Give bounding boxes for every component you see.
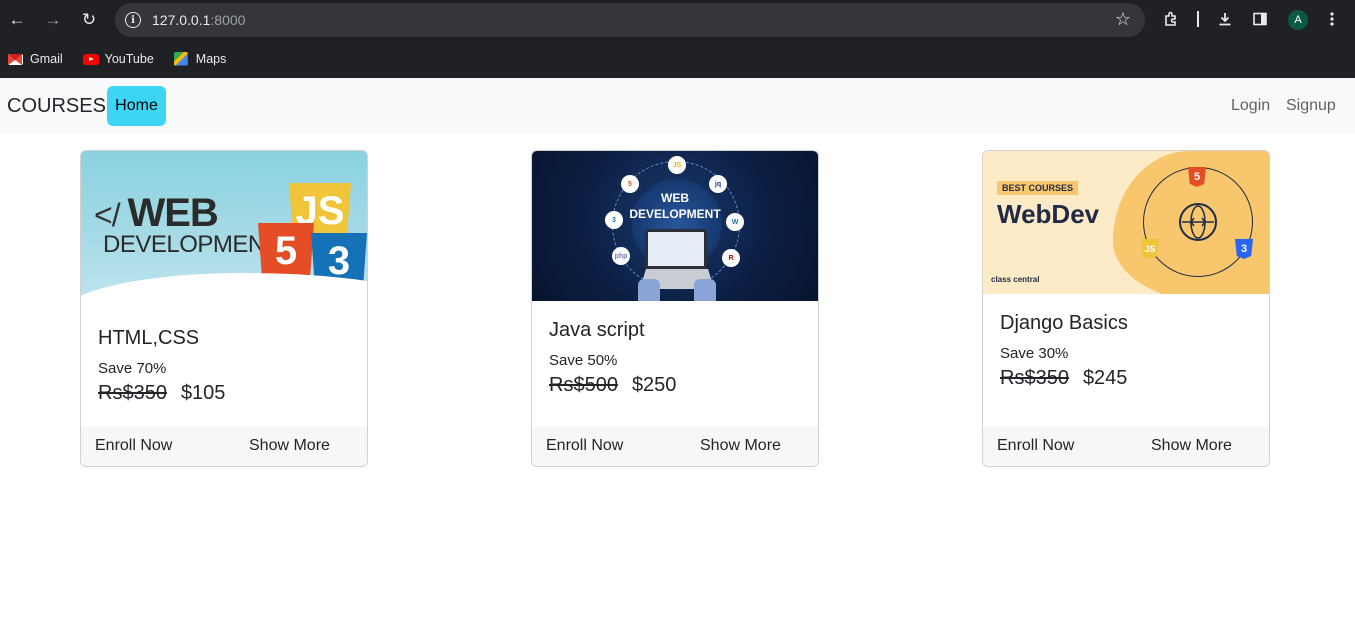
bookmark-gmail[interactable]: Gmail: [8, 52, 63, 66]
css3-shield-icon: 3: [1235, 239, 1253, 259]
back-arrow-icon[interactable]: ←: [3, 6, 31, 34]
gmail-icon: [8, 52, 24, 66]
course-card: BEST COURSES WebDev class central 5 JS 3…: [982, 150, 1270, 467]
course-image-web-development: </ WEB DEVELOPMENT> JS 5 3: [81, 151, 367, 303]
course-price: Rs$350 $245: [1000, 367, 1252, 390]
course-title: HTML,CSS: [98, 327, 200, 349]
course-discount: Save 50%: [549, 352, 618, 369]
enroll-now-button[interactable]: Enroll Now: [95, 437, 172, 455]
course-image-webdev: BEST COURSES WebDev class central 5 JS 3: [983, 151, 1269, 294]
course-discount: Save 30%: [1000, 345, 1069, 362]
profile-avatar[interactable]: A: [1288, 10, 1308, 30]
old-price: Rs$500: [549, 374, 618, 396]
image-wave: [81, 273, 367, 303]
side-panel-icon[interactable]: [1248, 7, 1272, 31]
js-icon: JS: [668, 156, 686, 174]
home-button[interactable]: Home: [107, 86, 166, 126]
image-text: </ WEB: [94, 191, 219, 235]
php-icon: php: [612, 247, 630, 265]
signup-link[interactable]: Signup: [1286, 97, 1336, 115]
course-title: Java script: [549, 319, 645, 341]
course-price: Rs$350 $105: [98, 382, 350, 405]
enroll-now-button[interactable]: Enroll Now: [997, 437, 1074, 455]
url-text[interactable]: 127.0.0.1:8000: [152, 12, 245, 28]
download-icon[interactable]: [1213, 7, 1237, 31]
browser-toolbar: ← → ↻ i 127.0.0.1:8000 ☆ A: [0, 0, 1355, 40]
image-heading: WebDev: [997, 199, 1100, 229]
extensions-icon[interactable]: [1159, 7, 1183, 31]
site-navbar: COURSES Home Login Signup: [0, 78, 1355, 134]
address-bar[interactable]: i 127.0.0.1:8000 ☆: [115, 3, 1145, 37]
navbar-brand[interactable]: COURSES: [7, 95, 106, 118]
show-more-button[interactable]: Show More: [249, 437, 330, 455]
course-image-javascript: WEB DEVELOPMENT JS 5 jq 3 W php R: [532, 151, 818, 301]
image-tag: BEST COURSES: [997, 181, 1079, 195]
bookmark-star-icon[interactable]: ☆: [1115, 9, 1131, 30]
bookmark-label: YouTube: [104, 51, 154, 66]
card-footer: Enroll Now Show More: [532, 427, 818, 466]
course-title: Django Basics: [1000, 312, 1128, 334]
bookmarks-bar: Gmail YouTube Maps: [0, 40, 1355, 78]
bookmark-youtube[interactable]: YouTube: [82, 51, 154, 66]
new-price: $250: [631, 374, 677, 396]
course-price: Rs$500 $250: [549, 374, 801, 397]
bookmark-label: Maps: [195, 51, 227, 66]
globe-code-icon: [1179, 203, 1217, 241]
course-card: WEB DEVELOPMENT JS 5 jq 3 W php R Java s…: [531, 150, 819, 467]
enroll-now-button[interactable]: Enroll Now: [546, 437, 623, 455]
course-card: </ WEB DEVELOPMENT> JS 5 3 HTML,CSS Save…: [80, 150, 368, 467]
js-shield-icon: JS: [1141, 239, 1159, 259]
site-info-icon[interactable]: i: [125, 12, 141, 28]
reload-icon[interactable]: ↻: [75, 6, 103, 34]
login-link[interactable]: Login: [1231, 97, 1270, 115]
card-footer: Enroll Now Show More: [81, 427, 367, 466]
course-discount: Save 70%: [98, 360, 167, 377]
hand-graphic: [638, 279, 660, 301]
jquery-icon: jq: [709, 175, 727, 193]
new-price: $105: [180, 382, 226, 404]
old-price: Rs$350: [1000, 367, 1069, 389]
wordpress-icon: W: [726, 213, 744, 231]
bookmark-label: Gmail: [30, 51, 63, 66]
show-more-button[interactable]: Show More: [1151, 437, 1232, 455]
html5-icon: 5: [621, 175, 639, 193]
rails-icon: R: [722, 249, 740, 267]
forward-arrow-icon[interactable]: →: [39, 6, 67, 34]
maps-icon: [173, 51, 190, 66]
class-central-logo: class central: [991, 275, 1040, 284]
css3-icon: 3: [605, 211, 623, 229]
old-price: Rs$350: [98, 382, 167, 404]
new-price: $245: [1082, 367, 1128, 389]
image-text: DEVELOPMENT: [629, 207, 721, 221]
show-more-button[interactable]: Show More: [700, 437, 781, 455]
hand-graphic: [694, 279, 716, 301]
image-text: WEB: [661, 191, 689, 205]
laptop-graphic: [645, 229, 707, 269]
toolbar-divider: [1197, 11, 1199, 27]
menu-kebab-icon[interactable]: [1320, 7, 1344, 31]
html5-shield-icon: 5: [1188, 167, 1206, 187]
youtube-icon: [82, 52, 99, 66]
bookmark-maps[interactable]: Maps: [173, 51, 227, 66]
card-footer: Enroll Now Show More: [983, 427, 1269, 466]
